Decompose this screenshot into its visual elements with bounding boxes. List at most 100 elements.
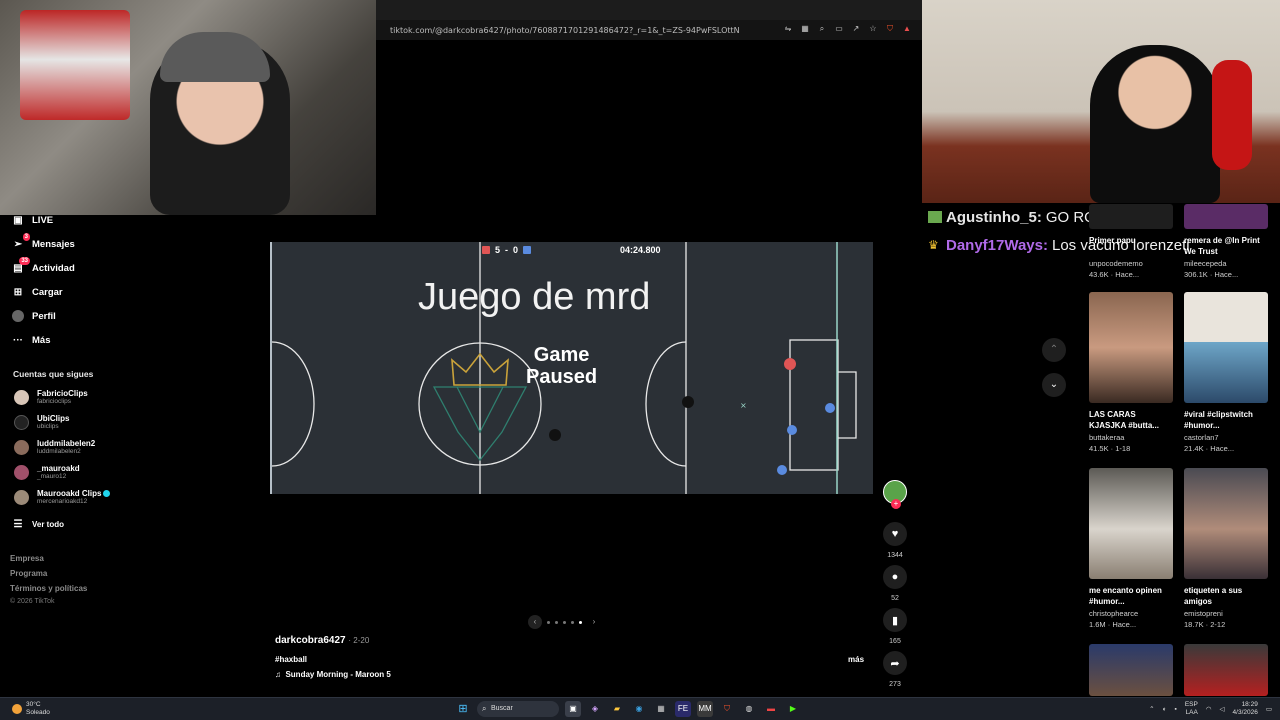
account-handle: luddmilabelen2 (37, 448, 81, 455)
post-image[interactable]: × 5 - 0 04:24.800 Juego de mrd Game Paus… (270, 242, 873, 494)
recorder-icon[interactable]: ▬ (763, 701, 779, 717)
recommended-item[interactable] (1184, 644, 1268, 696)
chevron-up-icon[interactable]: ⌃ (1149, 705, 1154, 713)
video-thumbnail[interactable] (1089, 644, 1173, 696)
recommended-item[interactable] (1089, 644, 1173, 696)
calculator-icon[interactable]: ▦ (653, 701, 669, 717)
activity-icon: ▤ 33 (13, 257, 30, 274)
list-icon: ☰ (13, 518, 23, 530)
recommended-item[interactable]: LAS CARAS KJASJKA #butta... buttakeraa 4… (1089, 292, 1173, 453)
shield-icon[interactable]: ◐ (1163, 706, 1167, 713)
follow-plus-icon[interactable]: + (891, 499, 901, 509)
music-title[interactable]: Sunday Morning - Maroon 5 (285, 670, 390, 679)
microphone (1212, 60, 1252, 170)
weather-widget[interactable]: 30°C Soleado (12, 701, 50, 717)
post-hashtag[interactable]: #haxball (275, 655, 307, 664)
language-indicator[interactable]: ESP LAA (1185, 701, 1198, 717)
following-item[interactable]: _mauroakd _mauro12 (14, 464, 80, 481)
reader-icon[interactable]: ⇋ (783, 24, 793, 34)
sidebar-item-activity[interactable]: ▤ 33 Actividad (12, 257, 75, 274)
paused-line-2: Paused (526, 366, 598, 388)
share-button[interactable]: ➦ 273 (882, 651, 908, 688)
recommended-item[interactable]: Primer papu unpocodememo 43.6K · Hace... (1089, 204, 1173, 279)
following-item[interactable]: FabricioClips fabricioclips (14, 389, 88, 406)
address-bar[interactable]: tiktok.com/@darkcobra6427/photo/76088717… (376, 20, 922, 40)
save-button[interactable]: ▮ 165 (882, 608, 908, 645)
video-title: etiqueten a sus amigos (1184, 586, 1243, 606)
footer-link-terms[interactable]: Términos y políticas (10, 584, 87, 593)
edge-icon[interactable]: ◉ (631, 701, 647, 717)
file-explorer-icon[interactable]: ▰ (609, 701, 625, 717)
following-item[interactable]: UbiClips ubiclips (14, 414, 69, 431)
next-photo-button[interactable]: › (587, 615, 601, 629)
video-thumbnail[interactable] (1184, 204, 1268, 229)
windows-start-icon[interactable]: ⊞ (455, 701, 471, 717)
video-thumbnail[interactable] (1184, 292, 1268, 403)
mm-app-icon[interactable]: MM (697, 701, 713, 717)
video-thumbnail[interactable] (1089, 468, 1173, 579)
fe-app-icon[interactable]: FE (675, 701, 691, 717)
page-dot[interactable] (555, 620, 558, 624)
app-tray-icon[interactable]: ▪ (1175, 706, 1177, 713)
copilot-icon[interactable]: ◈ (587, 701, 603, 717)
obs-icon[interactable]: ◍ (741, 701, 757, 717)
wifi-icon[interactable]: ◠ (1206, 705, 1212, 713)
page-dot[interactable] (547, 620, 550, 624)
video-creator[interactable]: unpocodememo (1089, 259, 1173, 268)
video-creator[interactable]: buttakeraa (1089, 433, 1173, 442)
sidebar-item-live[interactable]: ▣ LIVE (12, 214, 53, 226)
clock[interactable]: 18:29 4/3/2026 (1233, 701, 1258, 717)
recommended-item[interactable]: me encanto opinen #humor... christophear… (1089, 468, 1173, 629)
video-thumbnail[interactable] (1089, 292, 1173, 403)
install-icon[interactable]: ▭ (834, 24, 844, 34)
notification-icon[interactable]: ▭ (1266, 705, 1272, 713)
brave-icon[interactable]: ⛉ (719, 701, 735, 717)
footer-link-program[interactable]: Programa (10, 569, 47, 578)
account-handle: fabricioclips (37, 398, 71, 405)
see-all-link[interactable]: ☰ Ver todo (12, 518, 65, 530)
task-view-icon[interactable]: ▣ (565, 701, 581, 717)
sidebar-item-label: Perfil (32, 310, 56, 322)
video-creator[interactable]: castorlan7 (1184, 433, 1268, 442)
prev-photo-button[interactable]: ‹ (528, 615, 542, 629)
kick-icon[interactable]: ▶ (785, 701, 801, 717)
following-item[interactable]: luddmilabelen2 luddmilabelen2 (14, 439, 95, 456)
video-thumbnail[interactable] (1184, 468, 1268, 579)
page-dot[interactable] (571, 620, 574, 624)
video-creator[interactable]: mileecepeda (1184, 259, 1268, 268)
sidebar-item-more[interactable]: ··· Más (12, 334, 50, 346)
zoom-icon[interactable]: ⌕ (817, 24, 827, 34)
recommended-item[interactable]: remera de @In Print We Trust mileecepeda… (1184, 204, 1268, 279)
post-author[interactable]: darkcobra6427 · 2-20 (275, 635, 369, 646)
share-count: 273 (889, 681, 901, 688)
brave-shield-icon[interactable]: ⛉ (885, 24, 895, 34)
post-music[interactable]: ♫ Sunday Morning - Maroon 5 (275, 670, 391, 679)
page-dot-active[interactable] (579, 620, 582, 624)
bookmark-icon[interactable]: ☆ (868, 24, 878, 34)
video-thumbnail[interactable] (1089, 204, 1173, 229)
comment-button[interactable]: ● 52 (882, 565, 908, 602)
page-dot[interactable] (563, 620, 566, 624)
recommended-item[interactable]: etiqueten a sus amigos emistopreni 18.7K… (1184, 468, 1268, 629)
translate-icon[interactable]: ▦ (800, 24, 810, 34)
taskbar-search[interactable]: Buscar (477, 701, 559, 717)
url-text[interactable]: tiktok.com/@darkcobra6427/photo/76088717… (390, 26, 740, 35)
like-button[interactable]: ♥ 1344 (882, 522, 908, 559)
footer-link-company[interactable]: Empresa (10, 554, 44, 563)
sidebar-item-messages[interactable]: ➢ 3 Mensajes (12, 233, 75, 250)
author-name[interactable]: darkcobra6427 (275, 635, 346, 646)
rewards-icon[interactable]: ▲ (902, 24, 912, 34)
video-creator[interactable]: emistopreni (1184, 609, 1268, 618)
sidebar-item-upload[interactable]: ⊞ Cargar (12, 286, 63, 298)
scroll-down-button[interactable]: ⌄ (1042, 373, 1066, 397)
more-link[interactable]: más (848, 655, 864, 664)
video-creator[interactable]: christophearce (1089, 609, 1173, 618)
share-icon[interactable]: ↗ (851, 24, 861, 34)
volume-icon[interactable]: ◁ (1220, 705, 1225, 713)
scroll-up-button[interactable]: ⌃ (1042, 338, 1066, 362)
following-item[interactable]: Maurooakd Clips mercenarioakd12 (14, 489, 111, 506)
video-thumbnail[interactable] (1184, 644, 1268, 696)
recommended-item[interactable]: #viral #clipstwitch #humor... castorlan7… (1184, 292, 1268, 453)
video-title: #viral #clipstwitch #humor... (1184, 410, 1253, 430)
sidebar-item-profile[interactable]: Perfil (12, 310, 56, 322)
